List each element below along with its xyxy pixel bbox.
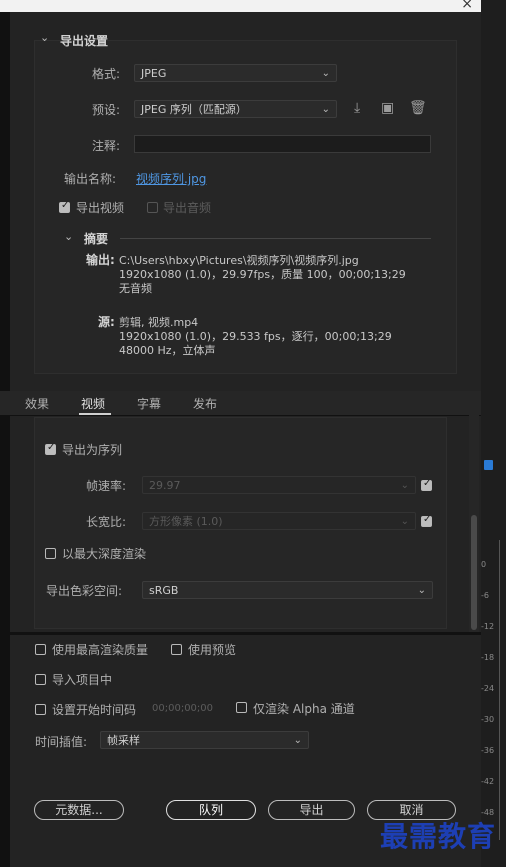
format-value: JPEG: [141, 67, 167, 80]
chevron-down-icon[interactable]: ⌄: [64, 230, 73, 243]
export-as-sequence-label: 导出为序列: [62, 443, 123, 457]
chevron-down-icon: ⌄: [400, 516, 409, 527]
tab-active-indicator: [79, 413, 111, 415]
aspect-label: 长宽比:: [86, 515, 127, 529]
tab-effects[interactable]: 效果: [25, 395, 49, 412]
time-interp-value: 帧采样: [107, 734, 140, 747]
render-alpha-label: 仅渲染 Alpha 通道: [253, 702, 355, 716]
start-timecode-label: 设置开始时间码: [52, 703, 137, 717]
section-title: 导出设置: [60, 34, 109, 48]
title-bar: ×: [0, 0, 481, 12]
export-video-label: 导出视频: [76, 201, 125, 215]
queue-button[interactable]: 队列: [166, 800, 256, 820]
meter-tick: -18: [481, 653, 495, 662]
aspect-value: 方形像素 (1.0): [149, 515, 223, 528]
max-quality-checkbox[interactable]: [35, 644, 46, 655]
audio-meter-pane: 0 -6 -12 -18 -24 -30 -36 -42 -48: [481, 0, 506, 867]
import-project-label: 导入项目中: [52, 673, 113, 687]
comments-label: 注释:: [92, 139, 121, 153]
metadata-button[interactable]: 元数据...: [34, 800, 124, 820]
use-previews-label: 使用预览: [188, 643, 237, 657]
chevron-down-icon[interactable]: ⌄: [40, 31, 49, 44]
chevron-down-icon: ⌄: [293, 735, 302, 746]
summary-source-line: 48000 Hz，立体声: [119, 344, 216, 357]
frame-rate-label: 帧速率:: [86, 479, 127, 493]
start-timecode-checkbox[interactable]: [35, 704, 46, 715]
output-name-link[interactable]: 视频序列.jpg: [136, 170, 206, 187]
format-select[interactable]: JPEG ⌄: [134, 64, 337, 82]
color-space-value: sRGB: [149, 584, 179, 597]
summary-output-key: 输出:: [86, 253, 115, 267]
meter-line: [499, 540, 500, 840]
meter-tick: -6: [481, 591, 489, 600]
tab-bar: 效果 视频 字幕 发布: [0, 391, 481, 416]
meter-tick: -24: [481, 684, 495, 693]
color-space-select[interactable]: sRGB ⌄: [142, 581, 433, 599]
export-button[interactable]: 导出: [268, 800, 355, 820]
meter-tick: -42: [481, 777, 495, 786]
tab-captions[interactable]: 字幕: [137, 395, 161, 412]
delete-preset-icon[interactable]: 🗑: [409, 100, 427, 116]
summary-divider: [120, 238, 431, 239]
aspect-match-checkbox[interactable]: [421, 514, 432, 527]
meter-tick: -36: [481, 746, 495, 755]
format-label: 格式:: [92, 67, 121, 81]
tab-video[interactable]: 视频: [81, 395, 105, 412]
scrollbar[interactable]: [469, 415, 479, 635]
chevron-down-icon: ⌄: [321, 68, 330, 79]
meter-tick: 0: [481, 560, 487, 569]
tab-publish[interactable]: 发布: [193, 395, 217, 412]
import-project-checkbox[interactable]: [35, 674, 46, 685]
chevron-down-icon: ⌄: [321, 104, 330, 115]
save-preset-icon[interactable]: ⤓: [354, 100, 360, 116]
render-alpha-checkbox[interactable]: [236, 702, 247, 713]
meter-tick: -30: [481, 715, 495, 724]
chevron-down-icon: ⌄: [417, 585, 426, 596]
summary-title: 摘要: [84, 232, 109, 246]
start-timecode-value[interactable]: 00;00;00;00: [152, 703, 213, 714]
dialog-left-edge: [0, 12, 10, 867]
max-quality-label: 使用最高渲染质量: [52, 643, 149, 657]
use-previews-checkbox[interactable]: [171, 644, 182, 655]
max-depth-label: 以最大深度渲染: [62, 547, 147, 561]
panel-divider: [10, 632, 481, 635]
aspect-select[interactable]: 方形像素 (1.0) ⌄: [142, 512, 416, 530]
max-depth-checkbox[interactable]: [45, 548, 56, 559]
summary-output-line: 无音频: [119, 282, 152, 295]
playhead-marker: [484, 460, 493, 470]
output-name-label: 输出名称:: [64, 172, 117, 186]
import-preset-icon[interactable]: ▣: [381, 100, 394, 116]
chevron-down-icon: ⌄: [400, 480, 409, 491]
export-audio-checkbox[interactable]: [147, 202, 158, 213]
time-interp-select[interactable]: 帧采样 ⌄: [100, 731, 309, 749]
summary-output-line: 1920x1080 (1.0)，29.97fps，质量 100，00;00;13…: [119, 268, 406, 281]
watermark-logo: 最需教育: [380, 820, 497, 853]
preset-value: JPEG 序列（匹配源）: [141, 103, 247, 116]
color-space-label: 导出色彩空间:: [46, 584, 123, 598]
preset-label: 预设:: [92, 103, 121, 117]
summary-source-key: 源:: [98, 315, 115, 329]
export-audio-label: 导出音频: [163, 201, 212, 215]
frame-rate-match-checkbox[interactable]: [421, 478, 432, 491]
meter-tick: -12: [481, 622, 495, 631]
frame-rate-select[interactable]: 29.97 ⌄: [142, 476, 416, 494]
close-icon[interactable]: ×: [461, 0, 473, 12]
frame-rate-value: 29.97: [149, 479, 181, 492]
export-video-checkbox[interactable]: [59, 200, 70, 213]
comments-field[interactable]: [134, 135, 431, 153]
time-interp-label: 时间插值:: [35, 735, 88, 749]
preset-select[interactable]: JPEG 序列（匹配源） ⌄: [134, 100, 337, 118]
export-as-sequence-checkbox[interactable]: [45, 442, 56, 455]
scrollbar-thumb[interactable]: [471, 515, 477, 630]
